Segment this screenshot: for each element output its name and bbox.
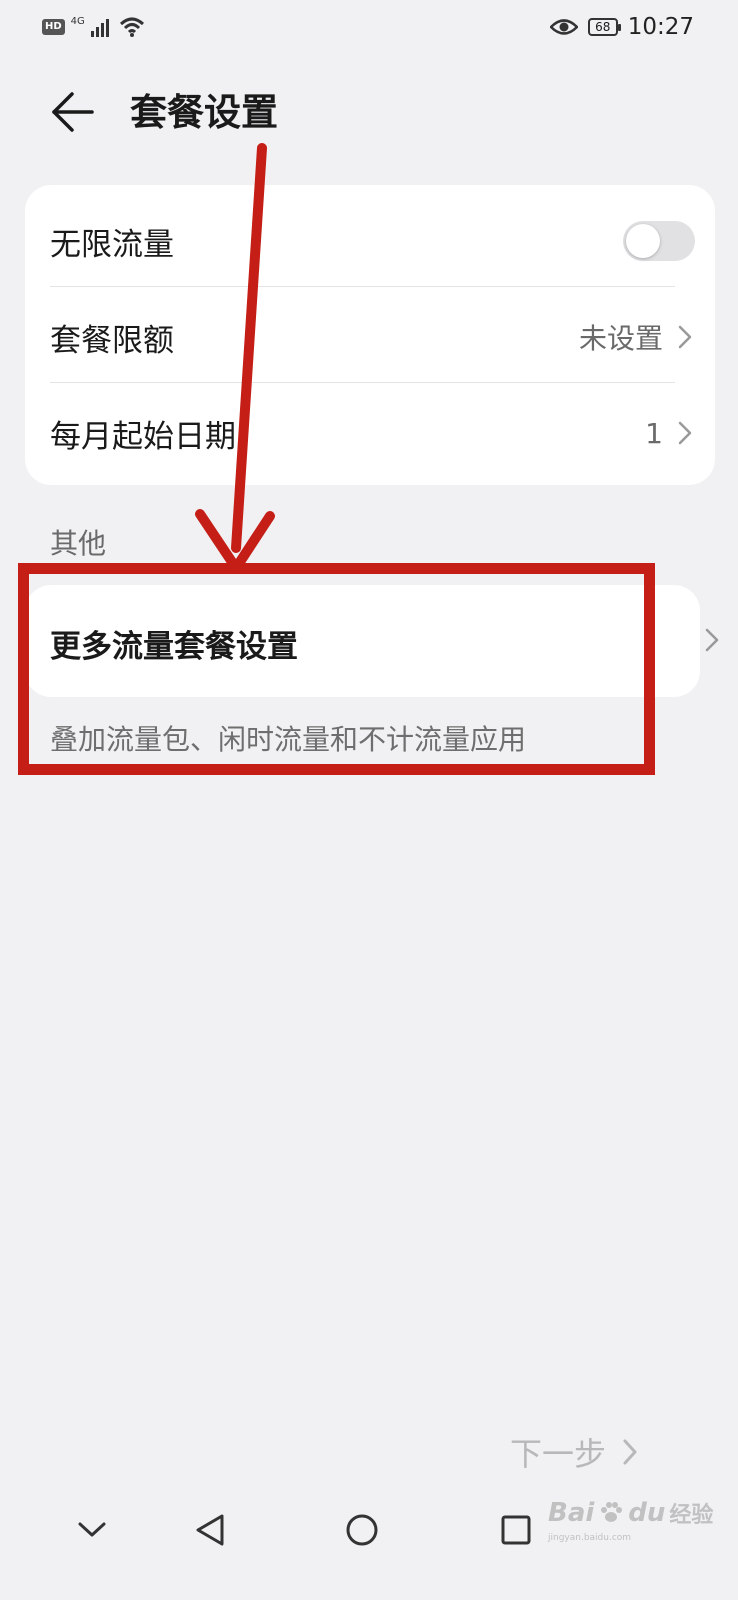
page-title: 套餐设置 <box>130 91 278 134</box>
section-title-other: 其他 <box>50 527 107 560</box>
chevron-right-icon <box>623 1439 637 1465</box>
status-bar-right: 68 10:27 <box>549 12 694 42</box>
paw-icon <box>601 1502 623 1522</box>
quota-row[interactable]: 套餐限额 未设置 <box>25 289 715 385</box>
clock: 10:27 <box>627 14 694 40</box>
eye-icon <box>549 19 578 35</box>
signal-icon <box>90 19 109 37</box>
start-date-row[interactable]: 每月起始日期 1 <box>25 385 715 481</box>
plan-settings-card: 无限流量 套餐限额 未设置 每月起始日期 1 <box>25 185 715 485</box>
highlight-box <box>18 563 655 775</box>
unlimited-data-label: 无限流量 <box>50 226 174 263</box>
hd-icon: HD <box>42 19 65 35</box>
battery-level: 68 <box>595 20 611 34</box>
next-step-label: 下一步 <box>510 1435 607 1473</box>
watermark-text: Bai <box>548 1498 595 1528</box>
network-type: 4G <box>70 15 85 27</box>
unlimited-data-toggle[interactable] <box>623 221 695 261</box>
quota-label: 套餐限额 <box>50 322 174 359</box>
chevron-right-icon <box>705 628 719 652</box>
start-date-label: 每月起始日期 <box>50 418 236 455</box>
nav-home-button[interactable] <box>332 1500 392 1560</box>
watermark-suffix: du <box>628 1498 666 1528</box>
collapse-nav-button[interactable] <box>62 1500 122 1560</box>
divider <box>50 286 675 287</box>
home-icon <box>346 1514 378 1546</box>
divider <box>50 382 675 383</box>
back-button[interactable] <box>46 88 98 136</box>
status-bar-left: HD 4G <box>42 14 145 40</box>
chevron-right-icon <box>678 421 692 445</box>
chevron-right-icon <box>678 325 692 349</box>
nav-back-icon <box>196 1514 224 1546</box>
start-date-value: 1 <box>645 416 663 450</box>
back-arrow-icon <box>52 92 94 132</box>
wifi-icon <box>119 17 144 37</box>
next-step-button[interactable]: 下一步 <box>510 1428 640 1476</box>
nav-back-button[interactable] <box>180 1500 240 1560</box>
watermark-cn: 经验 <box>669 1503 714 1528</box>
baidu-watermark: Bai du 经验 jingyan.baidu.com <box>548 1497 714 1543</box>
unlimited-data-row[interactable]: 无限流量 <box>25 193 715 289</box>
battery-icon: 68 <box>587 18 621 36</box>
quota-value: 未设置 <box>578 322 663 355</box>
chevron-down-icon <box>78 1522 106 1537</box>
nav-recents-button[interactable] <box>486 1500 546 1560</box>
watermark-url: jingyan.baidu.com <box>548 1533 632 1543</box>
recents-icon <box>501 1515 531 1545</box>
